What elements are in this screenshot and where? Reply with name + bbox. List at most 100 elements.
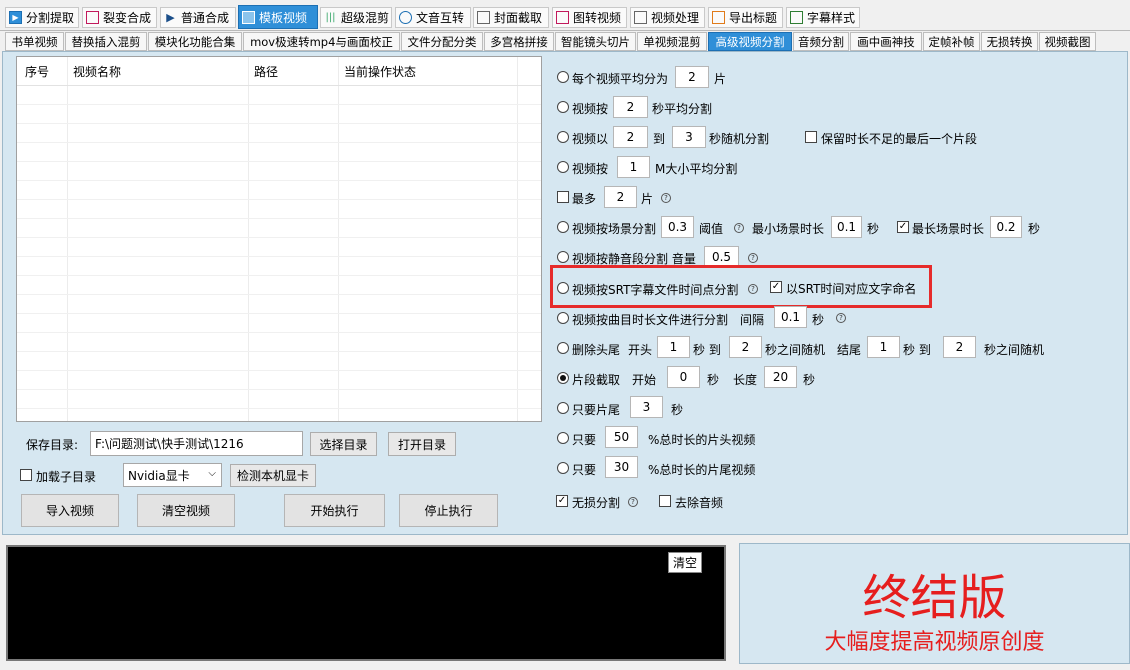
random-to-label: 到 [653,132,666,146]
column-header-video-name[interactable]: 视频名称 [73,63,121,80]
gpu-select[interactable]: Nvidia显卡 ⌵ [123,463,222,487]
tail-percent-input[interactable]: 30 [605,456,638,478]
sub-tab-replace-insert-mix[interactable]: 替换插入混剪 [65,32,147,51]
top-tab-split-extract[interactable]: ▶ 分割提取 [5,7,79,28]
clip-length-label: 长度 [733,373,758,387]
column-header-path[interactable]: 路径 [254,63,278,80]
top-tab-export-title[interactable]: 导出标题 [708,7,783,28]
trim-head-tail-radio[interactable] [557,342,569,354]
remove-audio-checkbox[interactable] [659,495,671,507]
clip-start-input[interactable]: 0 [667,366,700,388]
head-percent-label: 只要 [572,433,597,447]
help-icon[interactable]: ? [661,193,671,203]
min-scene-input[interactable]: 0.1 [831,216,862,238]
log-console[interactable]: 清空 [6,545,726,661]
split-size-input[interactable]: 1 [617,156,650,178]
tail-only-radio[interactable] [557,402,569,414]
top-tab-super-mix[interactable]: ||| 超级混剪 [320,7,392,28]
lossless-split-checkbox[interactable]: ✓ [556,495,568,507]
head-min-input[interactable]: 1 [657,336,690,358]
choose-dir-button[interactable]: 选择目录 [310,432,377,456]
help-icon[interactable]: ? [748,253,758,263]
load-subdir-checkbox[interactable] [20,469,32,481]
sub-tab-file-distribute[interactable]: 文件分配分类 [401,32,483,51]
tail-max-input[interactable]: 2 [943,336,976,358]
max-scene-input[interactable]: 0.2 [990,216,1022,238]
clip-length-unit: 秒 [803,373,816,387]
scene-threshold-input[interactable]: 0.3 [661,216,694,238]
top-tab-text-audio[interactable]: 文音互转 [395,7,471,28]
track-interval-input[interactable]: 0.1 [774,306,807,328]
split-by-seconds-radio[interactable] [557,101,569,113]
sub-tab-mov-to-mp4[interactable]: mov极速转mp4与画面校正 [243,32,400,51]
image-to-video-icon [556,11,569,24]
top-tab-video-process[interactable]: 视频处理 [630,7,705,28]
track-interval-label: 间隔 [740,313,765,327]
lossless-split-label: 无损分割 [572,496,621,510]
min-scene-unit: 秒 [867,222,880,236]
subtitle-icon [790,11,803,24]
import-video-button[interactable]: 导入视频 [21,494,119,527]
top-tab-image-to-video[interactable]: 图转视频 [552,7,627,28]
detect-gpu-button[interactable]: 检测本机显卡 [230,464,316,487]
promo-subtitle: 大幅度提高视频原创度 [824,630,1045,655]
keep-last-segment-checkbox[interactable] [805,131,817,143]
sub-tab-smart-shot-slice[interactable]: 智能镜头切片 [555,32,636,51]
save-dir-input[interactable]: F:\问题测试\快手测试\1216 [90,431,303,456]
help-icon[interactable]: ? [836,313,846,323]
top-tab-subtitle-style[interactable]: 字幕样式 [786,7,860,28]
clip-length-input[interactable]: 20 [764,366,797,388]
split-by-track-radio[interactable] [557,312,569,324]
sub-tab-freeze-frame[interactable]: 定帧补帧 [923,32,980,51]
head-percent-input[interactable]: 50 [605,426,638,448]
split-by-scene-radio[interactable] [557,221,569,233]
split-size-unit: M大小平均分割 [655,162,738,176]
srt-naming-checkbox[interactable]: ✓ [770,281,782,293]
max-parts-input[interactable]: 2 [604,186,637,208]
help-icon[interactable]: ? [628,497,638,507]
clip-start-label: 开始 [632,373,657,387]
help-icon[interactable]: ? [734,223,744,233]
max-parts-checkbox[interactable] [557,191,569,203]
video-list-grid[interactable]: 序号 视频名称 路径 当前操作状态 [16,56,542,422]
head-percent-radio[interactable] [557,432,569,444]
sub-tab-single-video-mix[interactable]: 单视频混剪 [637,32,707,51]
stop-button[interactable]: 停止执行 [399,494,498,527]
column-header-status[interactable]: 当前操作状态 [344,63,416,80]
split-equal-parts-radio[interactable] [557,71,569,83]
top-tab-normal-merge[interactable]: ▶ 普通合成 [160,7,236,28]
head-max-input[interactable]: 2 [729,336,762,358]
clear-video-button[interactable]: 清空视频 [137,494,235,527]
sub-tab-advanced-split[interactable]: 高级视频分割 [708,32,792,51]
clip-extract-radio[interactable] [557,372,569,384]
tail-min-input[interactable]: 1 [867,336,900,358]
sub-tab-audio-split[interactable]: 音频分割 [793,32,849,51]
split-random-radio[interactable] [557,131,569,143]
help-icon[interactable]: ? [748,284,758,294]
split-by-size-radio[interactable] [557,161,569,173]
tail-only-input[interactable]: 3 [630,396,663,418]
max-scene-checkbox[interactable]: ✓ [897,221,909,233]
clear-log-button[interactable]: 清空 [668,552,702,573]
max-scene-label: 最长场景时长 [912,222,985,236]
split-by-silence-radio[interactable] [557,251,569,263]
sub-tab-multi-grid[interactable]: 多宫格拼接 [484,32,554,51]
random-max-input[interactable]: 3 [672,126,706,148]
sub-tab-module-collection[interactable]: 模块化功能合集 [148,32,242,51]
tail-percent-radio[interactable] [557,462,569,474]
top-tab-fission-merge[interactable]: 裂变合成 [82,7,157,28]
start-button[interactable]: 开始执行 [284,494,385,527]
random-min-input[interactable]: 2 [613,126,648,148]
equal-parts-input[interactable]: 2 [675,66,709,88]
open-dir-button[interactable]: 打开目录 [388,432,456,456]
top-tab-template-video[interactable]: 模板视频 [238,5,318,29]
column-header-index[interactable]: 序号 [25,63,49,80]
sub-tab-book-video[interactable]: 书单视频 [5,32,64,51]
merge-icon [86,11,99,24]
top-tab-cover-capture[interactable]: 封面截取 [473,7,549,28]
split-by-srt-radio[interactable] [557,282,569,294]
sub-tab-pip[interactable]: 画中画神技 [850,32,922,51]
sub-tab-lossless-convert[interactable]: 无损转换 [981,32,1038,51]
split-seconds-input[interactable]: 2 [613,96,648,118]
sub-tab-video-screenshot[interactable]: 视频截图 [1039,32,1096,51]
